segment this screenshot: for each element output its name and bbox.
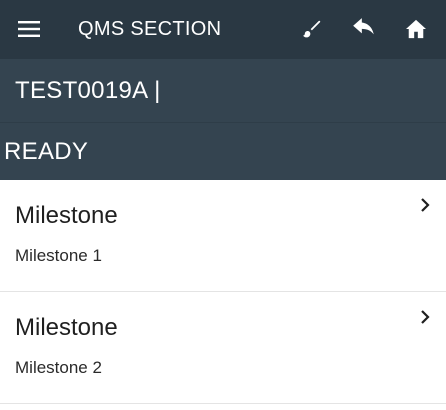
reply-icon bbox=[353, 18, 374, 35]
milestone-subtitle: Milestone 1 bbox=[15, 246, 102, 265]
top-toolbar: QMS SECTION bbox=[0, 0, 446, 58]
milestone-list: Milestone Milestone 1 Milestone Mileston… bbox=[0, 180, 446, 404]
milestone-title: Milestone bbox=[15, 202, 118, 229]
brush-button[interactable] bbox=[286, 0, 338, 58]
reply-button[interactable] bbox=[338, 0, 390, 58]
status-header: READY bbox=[0, 122, 446, 180]
toolbar-actions bbox=[286, 0, 442, 58]
menu-button[interactable] bbox=[0, 0, 58, 58]
home-icon bbox=[406, 19, 426, 39]
status-label: READY bbox=[4, 137, 89, 165]
menu-icon bbox=[18, 21, 40, 37]
list-item[interactable]: Milestone Milestone 2 bbox=[0, 292, 446, 404]
milestone-subtitle: Milestone 2 bbox=[15, 358, 102, 377]
record-id: TEST0019A | bbox=[15, 76, 161, 104]
toolbar-title: QMS SECTION bbox=[78, 17, 222, 40]
record-header: TEST0019A | bbox=[0, 58, 446, 122]
milestone-title: Milestone bbox=[15, 314, 118, 341]
chevron-right-icon bbox=[418, 196, 432, 214]
chevron-right-icon bbox=[418, 308, 432, 326]
app-root: QMS SECTION TEST0019A | READY Milestone … bbox=[0, 0, 446, 410]
list-item[interactable]: Milestone Milestone 1 bbox=[0, 180, 446, 292]
home-button[interactable] bbox=[390, 0, 442, 58]
brush-icon bbox=[303, 20, 321, 38]
